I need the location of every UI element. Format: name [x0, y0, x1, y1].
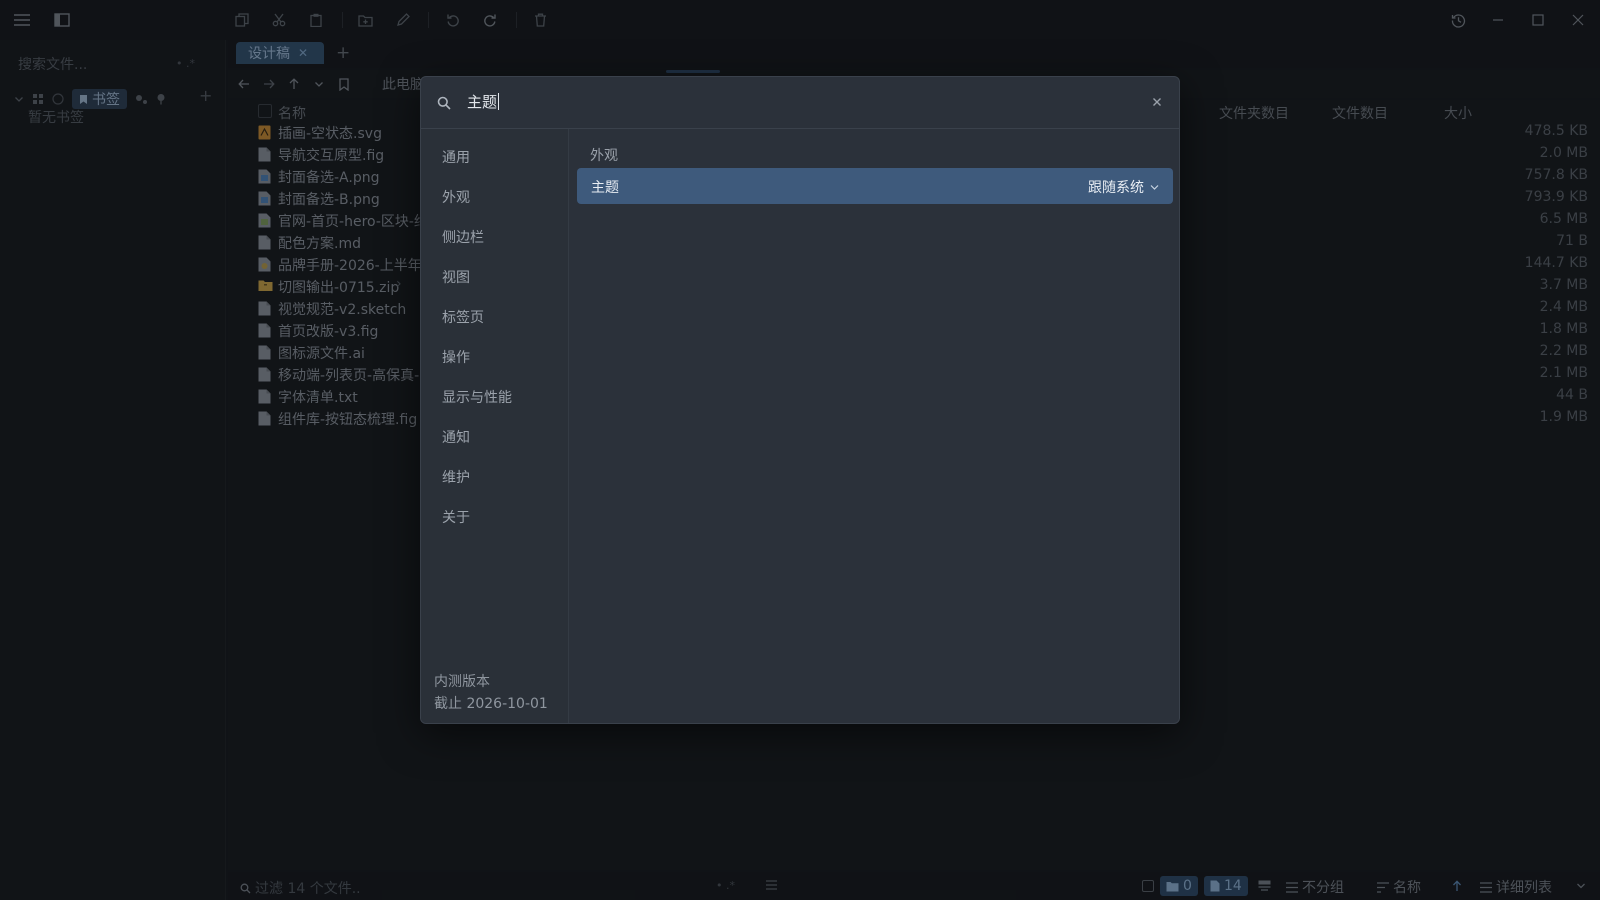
settings-dialog: 主题 通用 外观 侧边栏 视图 标签页 操作 显示与性能 通知 维护 关于 内测版本 截止 202… — [420, 76, 1180, 724]
theme-select[interactable]: 跟随系统 — [1088, 177, 1159, 197]
settings-search-input[interactable]: 主题 — [467, 91, 500, 112]
settings-nav-item[interactable]: 显示与性能 — [442, 387, 512, 407]
settings-nav-item[interactable]: 标签页 — [442, 307, 484, 327]
setting-label: 主题 — [591, 180, 619, 196]
settings-category-nav: 通用外观侧边栏视图标签页操作显示与性能通知维护关于 内测版本 截止 2026-1… — [421, 129, 569, 723]
close-icon[interactable] — [1149, 94, 1165, 110]
text-caret — [498, 93, 500, 110]
version-expiry: 截止 2026-10-01 — [434, 696, 548, 712]
settings-nav-item[interactable]: 维护 — [442, 467, 470, 487]
settings-nav-item[interactable]: 视图 — [442, 267, 470, 287]
section-title: 外观 — [590, 148, 618, 164]
settings-nav-item[interactable]: 关于 — [442, 507, 470, 527]
settings-nav-item[interactable]: 操作 — [442, 347, 470, 367]
settings-results: 外观 主题 跟随系统 — [570, 129, 1179, 723]
search-icon — [437, 96, 451, 110]
settings-nav-item[interactable]: 侧边栏 — [442, 227, 484, 247]
setting-row-theme[interactable]: 主题 跟随系统 — [577, 168, 1173, 204]
version-label: 内测版本 — [434, 674, 490, 690]
settings-nav-item[interactable]: 通知 — [442, 427, 470, 447]
theme-select-value: 跟随系统 — [1088, 180, 1144, 196]
settings-nav-item[interactable]: 外观 — [442, 187, 470, 207]
settings-search-value: 主题 — [467, 93, 498, 111]
settings-search-bar: 主题 — [421, 77, 1179, 129]
chevron-down-icon — [1150, 184, 1159, 190]
settings-nav-item[interactable]: 通用 — [442, 147, 470, 167]
